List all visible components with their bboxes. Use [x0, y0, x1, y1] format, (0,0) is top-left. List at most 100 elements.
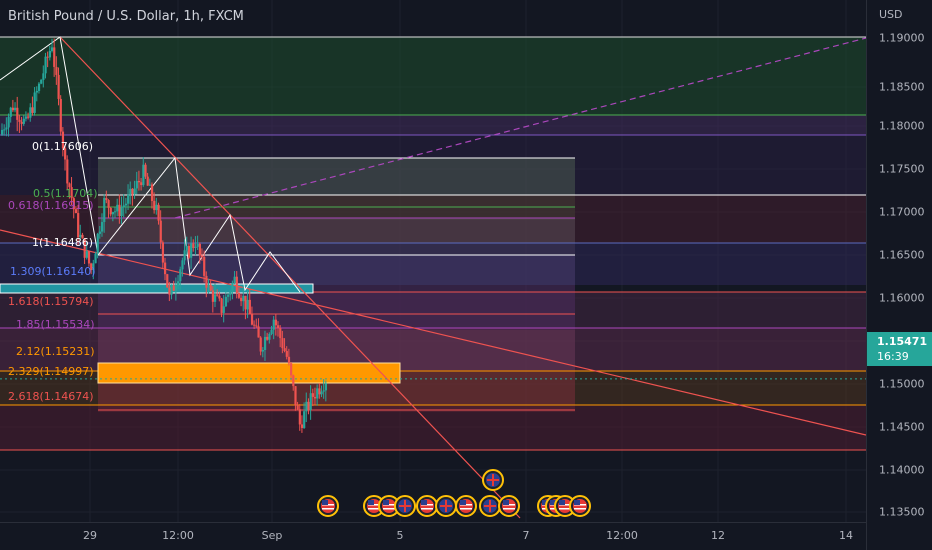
candle-body: [137, 180, 141, 183]
candle-body: [53, 47, 56, 67]
candle-body: [87, 251, 91, 264]
uk-flag-icon[interactable]: [394, 495, 416, 517]
candle-body: [98, 231, 101, 234]
candle-body: [205, 275, 208, 288]
candle-body: [309, 393, 312, 410]
candle-body: [37, 83, 41, 91]
candle-body: [200, 255, 204, 257]
uk-flag-icon[interactable]: [435, 495, 457, 517]
time-axis[interactable]: 29 12:00 Sep 5 7 12:00 12 14: [0, 522, 866, 550]
candle-body: [207, 284, 210, 288]
candle-body: [133, 188, 136, 195]
time-tick: 12: [711, 529, 725, 542]
candle-body: [111, 212, 115, 215]
candle-body: [240, 297, 243, 302]
fib-level-label: 2.12(1.15231): [16, 345, 95, 358]
candle-body: [181, 260, 184, 270]
candle-body: [3, 129, 6, 131]
candle-body: [192, 243, 195, 248]
price-tick: 1.14500: [879, 420, 925, 434]
candle-body: [116, 204, 119, 212]
price-chart[interactable]: [0, 0, 866, 522]
price-tick: 1.18000: [879, 119, 925, 133]
candle-body: [272, 319, 275, 330]
price-tick: 1.16000: [879, 291, 925, 305]
candle-body: [211, 290, 215, 302]
candle-body: [187, 245, 191, 258]
us-flag-icon[interactable]: [569, 495, 591, 517]
candle-body: [196, 243, 199, 247]
candle-body: [220, 298, 223, 313]
candle-body: [77, 213, 80, 238]
candle-body: [294, 386, 297, 406]
candle-body: [216, 294, 219, 296]
highlight-box-orange: [97, 362, 401, 384]
uk-flag-icon[interactable]: [479, 495, 501, 517]
price-tick: 1.18500: [879, 80, 925, 94]
candle-body: [135, 180, 138, 189]
candle-body: [237, 293, 241, 298]
candle-body: [242, 295, 245, 302]
candle-body: [129, 188, 132, 195]
candle-body: [259, 337, 262, 352]
fib-zone: [98, 158, 575, 195]
candle-body: [218, 295, 221, 299]
candle-body: [224, 296, 228, 307]
candle-body: [281, 338, 284, 349]
fib-level-label: 1.309(1.16140): [10, 265, 96, 278]
price-tick: 1.17000: [879, 205, 925, 219]
candle-body: [283, 348, 286, 352]
candle-body: [166, 274, 169, 288]
price-axis[interactable]: USD 1.19000 1.18500 1.18000 1.17500 1.17000 1…: [866, 0, 932, 550]
time-tick: 12:00: [162, 529, 194, 542]
candle-body: [194, 246, 197, 248]
candle-body: [5, 127, 8, 130]
us-flag-icon[interactable]: [317, 495, 339, 517]
candle-body: [168, 287, 171, 295]
candle-body: [179, 269, 182, 282]
candle-body: [85, 251, 88, 258]
candle-body: [164, 262, 167, 275]
event-icons[interactable]: [317, 469, 591, 517]
candle-body: [263, 336, 267, 350]
candle-body: [27, 116, 30, 118]
candle-body: [148, 184, 151, 186]
fib-zone: [0, 115, 866, 135]
candle-body: [48, 50, 52, 58]
candle-body: [324, 383, 328, 391]
price-tick: 1.13500: [879, 505, 925, 519]
candle-body: [246, 299, 249, 310]
price-tick: 1.17500: [879, 162, 925, 176]
time-tick: 12:00: [606, 529, 638, 542]
candle-body: [96, 233, 99, 254]
candle-body: [183, 250, 186, 261]
candle-body: [159, 220, 162, 243]
us-flag-icon[interactable]: [416, 495, 438, 517]
candle-body: [266, 336, 269, 340]
fib-level-label: 1.85(1.15534): [16, 318, 95, 331]
candle-body: [244, 295, 247, 310]
us-flag-icon[interactable]: [498, 495, 520, 517]
price-tick: 1.16500: [879, 248, 925, 262]
us-flag-icon[interactable]: [455, 495, 477, 517]
price-tick: 1.15000: [879, 377, 925, 391]
fib-level-label: 1(1.16486): [32, 236, 94, 249]
candle-body: [292, 375, 295, 387]
candle-body: [144, 164, 147, 177]
candle-body: [190, 243, 193, 258]
candle-body: [11, 107, 15, 111]
candle-body: [198, 243, 201, 256]
candle-body: [114, 211, 117, 213]
candle-body: [233, 276, 236, 284]
candle-body: [268, 333, 271, 340]
candle-body: [222, 306, 225, 313]
candle-body: [279, 328, 282, 339]
candle-body: [161, 242, 165, 263]
candle-body: [203, 256, 206, 276]
candle-body: [296, 405, 299, 410]
candle-body: [146, 176, 149, 186]
candle-body: [185, 245, 188, 251]
bar-countdown: 16:39: [877, 350, 909, 363]
fib-level-label: 0(1.17606): [32, 140, 94, 153]
uk-flag-icon[interactable]: [482, 469, 504, 491]
